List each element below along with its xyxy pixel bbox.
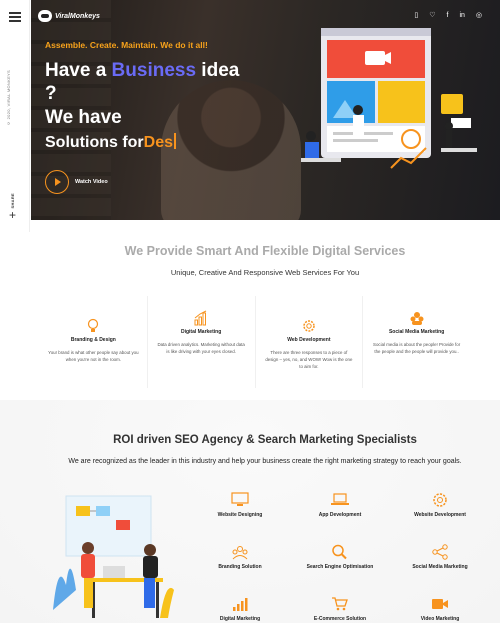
card-desc: Your brand is what other people say abou… (48, 350, 139, 363)
service-cards: Branding & Design Your brand is what oth… (40, 296, 470, 388)
card-desc: Social media is about the people! Provid… (373, 342, 461, 355)
headline-question: ? (45, 83, 57, 104)
team-illustration (53, 495, 174, 618)
service-social-media-marketing[interactable]: Social Media Marketing (390, 540, 490, 592)
service-seo[interactable]: Search Engine Optimisation (290, 540, 390, 592)
service-label: Branding Solution (218, 564, 262, 570)
service-label: Search Engine Optimisation (306, 564, 374, 570)
instagram-icon[interactable]: ◎ (476, 12, 482, 20)
headline-accent: Business (111, 60, 197, 81)
copyright-text: © 2020, VIRAL MONKEYS (6, 70, 11, 127)
top-icons: ▯ ♡ f in ◎ (414, 12, 482, 20)
service-label: Digital Marketing (219, 616, 261, 622)
team-icon (232, 546, 248, 560)
service-label: E-Commerce Solution (313, 616, 367, 622)
heart-icon[interactable]: ♡ (429, 12, 435, 20)
watch-video-button[interactable]: Watch Video (45, 170, 108, 194)
services-grid: Website Designing App Development Websit… (190, 488, 490, 623)
gear-icon (433, 493, 447, 507)
seo-title: ROI driven SEO Agency & Search Marketing… (113, 434, 417, 446)
card-desc: There are three responses to a piece of … (265, 350, 353, 370)
bag-icon[interactable]: ▯ (414, 12, 418, 20)
search-icon (332, 544, 347, 560)
share-plus-icon[interactable]: + (9, 209, 16, 221)
gear-icon (303, 320, 315, 332)
service-label: Website Development (414, 512, 466, 518)
monkey-logo-icon (38, 10, 52, 22)
card-web-development[interactable]: Web Development There are three response… (254, 296, 363, 388)
headline-typed: Des (143, 134, 174, 151)
monitor-icon (231, 492, 249, 506)
menu-icon[interactable] (9, 12, 21, 24)
side-rail: © 2020, VIRAL MONKEYS SHARE + (0, 0, 30, 232)
service-digital-marketing[interactable]: Digital Marketing (190, 592, 290, 623)
card-branding[interactable]: Branding & Design Your brand is what oth… (40, 296, 147, 388)
video-icon (432, 599, 448, 609)
service-video-marketing[interactable]: Video Marketing (390, 592, 490, 623)
service-label: Video Marketing (420, 616, 460, 622)
seo-text: We are recognized as the leader in this … (68, 458, 462, 465)
laptop-icon (331, 493, 349, 505)
facebook-icon[interactable]: f (446, 12, 448, 20)
cart-icon (332, 597, 348, 611)
service-label: Social Media Marketing (412, 564, 468, 570)
bar-chart-icon (194, 310, 207, 326)
headline-part: Have a (45, 60, 112, 81)
hero-tagline: Assemble. Create. Maintain. We do it all… (45, 40, 208, 50)
service-app-development[interactable]: App Development (290, 488, 390, 540)
watch-video-label: Watch Video (75, 179, 108, 185)
card-title: Social Media Marketing (388, 329, 445, 335)
headline-line3: We have (45, 107, 122, 128)
service-label: App Development (318, 512, 362, 518)
share-icon (432, 544, 448, 560)
card-desc: Data driven analytics. Marketing without… (157, 342, 245, 355)
services-title: We Provide Smart And Flexible Digital Se… (124, 244, 406, 258)
headline-part: Solutions for (45, 134, 144, 151)
typing-caret (174, 133, 177, 149)
card-title: Branding & Design (70, 337, 116, 343)
card-title: Web Development (287, 337, 331, 343)
lightbulb-icon (88, 318, 99, 332)
card-digital-marketing[interactable]: Digital Marketing Data driven analytics.… (146, 296, 255, 388)
hero-headline: Have a Business idea ? We have Solutions… (45, 58, 239, 155)
share-label[interactable]: SHARE (10, 193, 15, 209)
service-ecommerce[interactable]: E-Commerce Solution (290, 592, 390, 623)
service-website-development[interactable]: Website Development (390, 488, 490, 540)
card-title: Digital Marketing (180, 329, 222, 335)
headline-part: idea (196, 60, 240, 81)
play-icon[interactable] (45, 170, 69, 194)
brand-logo[interactable]: ViralMonkeys (38, 10, 100, 22)
service-branding-solution[interactable]: Branding Solution (190, 540, 290, 592)
card-social-media[interactable]: Social Media Marketing Social media is a… (362, 296, 470, 388)
hero-illustration (301, 28, 477, 169)
service-label: Website Designing (217, 512, 263, 518)
brand-name: ViralMonkeys (55, 12, 100, 20)
seo-section: ROI driven SEO Agency & Search Marketing… (0, 400, 500, 623)
service-website-designing[interactable]: Website Designing (190, 488, 290, 540)
services-subtitle: Unique, Creative And Responsive Web Serv… (170, 268, 360, 277)
people-icon (410, 312, 424, 325)
bar-chart-icon (233, 598, 248, 611)
linkedin-icon[interactable]: in (459, 12, 464, 20)
